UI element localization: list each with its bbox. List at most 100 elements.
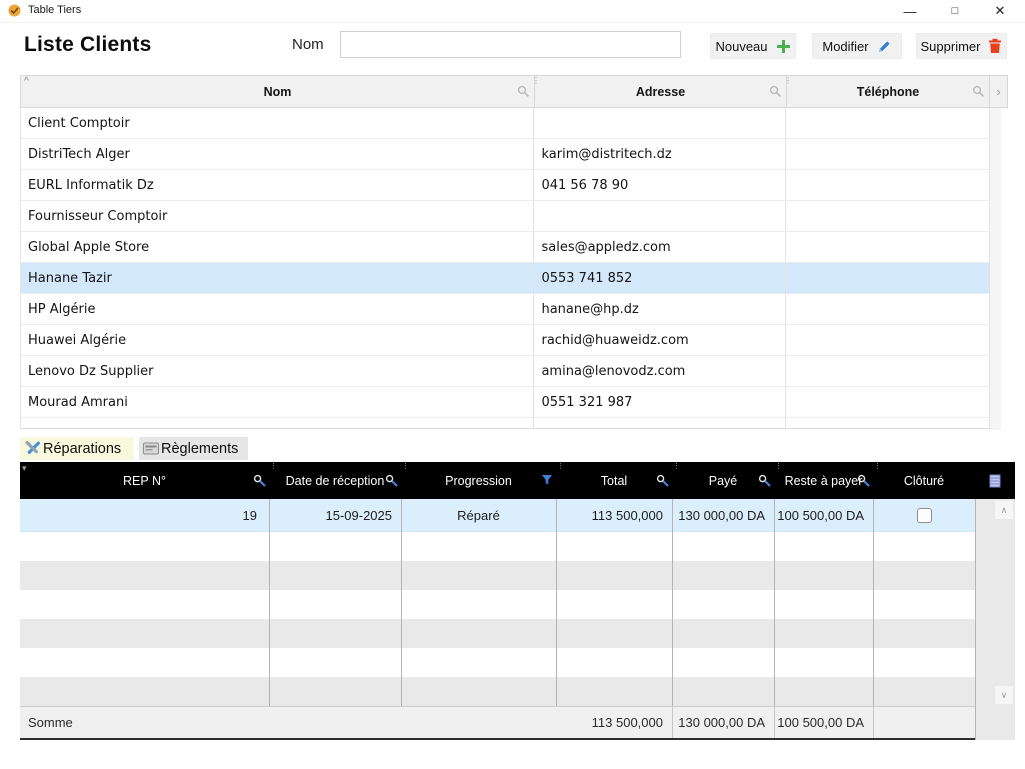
cell-nom: Mourad Amrani <box>21 387 534 417</box>
scroll-down-icon[interactable]: ∨ <box>995 686 1013 704</box>
column-header-paye-label: Payé <box>709 474 738 488</box>
minimize-button[interactable]: — <box>893 0 927 22</box>
summary-row: Somme 113 500,000 130 000,00 DA 100 500,… <box>20 706 1015 740</box>
column-grip-icon: ⋮ <box>557 462 564 470</box>
edit-button[interactable]: Modifier <box>812 33 902 59</box>
cell-adresse: hanane@hp.dz <box>534 294 786 324</box>
tab-reglements[interactable]: Règlements <box>139 437 248 460</box>
filter-funnel-icon[interactable] <box>541 474 553 486</box>
cell-paye: 130 000,00 DA <box>672 499 774 531</box>
clients-vertical-scrollbar[interactable] <box>990 108 1001 430</box>
scroll-up-icon[interactable]: ∧ <box>995 501 1013 519</box>
column-header-nom[interactable]: ^ Nom <box>20 75 535 108</box>
new-button[interactable]: Nouveau <box>710 33 796 59</box>
client-row[interactable]: Client Comptoir <box>21 108 990 139</box>
cell-cloture <box>873 499 975 531</box>
delete-button[interactable]: Supprimer <box>916 33 1007 59</box>
column-header-date-reception[interactable]: ⋮ Date de réception <box>269 462 401 499</box>
trash-icon <box>988 38 1002 54</box>
page-title: Liste Clients <box>24 33 151 57</box>
cell-adresse <box>534 201 786 231</box>
column-header-telephone-label: Téléphone <box>857 85 920 99</box>
search-column-icon[interactable] <box>385 474 398 487</box>
column-divider <box>401 499 402 706</box>
cell-nom: HP Algérie <box>21 294 534 324</box>
table-tiers-window: Table Tiers — □ ✕ Liste Clients Nom Nouv… <box>0 0 1025 769</box>
column-header-progression[interactable]: ⋮ Progression <box>401 462 556 499</box>
column-header-adresse[interactable]: ⋮ Adresse <box>535 75 787 108</box>
column-header-paye[interactable]: ⋮ Payé <box>672 462 774 499</box>
cell-total: 113 500,000 <box>556 499 672 531</box>
cell-telephone <box>786 294 990 324</box>
search-column-icon[interactable] <box>769 85 782 98</box>
search-column-icon[interactable] <box>517 85 530 98</box>
cell-telephone <box>786 108 990 138</box>
tab-reparations[interactable]: Réparations <box>20 437 134 460</box>
search-column-icon[interactable] <box>857 474 870 487</box>
client-row[interactable]: EURL Informatik Dz 041 56 78 90 <box>21 170 990 201</box>
cell-nom: Fournisseur Comptoir <box>21 201 534 231</box>
sort-ascending-icon: ^ <box>24 76 29 87</box>
column-header-date-label: Date de réception <box>286 474 385 488</box>
client-row-selected[interactable]: Hanane Tazir 0553 741 852 <box>21 263 990 294</box>
column-header-nom-label: Nom <box>264 85 292 99</box>
client-row[interactable]: Mourad Amrani 0551 321 987 <box>21 387 990 418</box>
column-header-cloture-label: Clôturé <box>904 474 944 488</box>
cell-adresse: 041 56 78 90 <box>534 170 786 200</box>
cell-adresse: amina@lenovodz.com <box>534 356 786 386</box>
column-header-reste-a-payer[interactable]: ⋮ Reste à payer <box>774 462 873 499</box>
cell-nom: Global Apple Store <box>21 232 534 262</box>
cell-nom: Huawei Algérie <box>21 325 534 355</box>
column-grip-icon: ⋮ <box>270 462 277 470</box>
column-header-rep-no[interactable]: ▾ REP N° <box>20 462 269 499</box>
column-header-total[interactable]: ⋮ Total <box>556 462 672 499</box>
column-chooser-icon[interactable] <box>989 474 1001 488</box>
cell-nom: EURL Informatik Dz <box>21 170 534 200</box>
column-header-reste-label: Reste à payer <box>785 474 863 488</box>
edit-button-label: Modifier <box>822 39 868 54</box>
cell-rep-no: 19 <box>20 499 269 531</box>
search-input[interactable] <box>340 31 681 58</box>
cell-telephone <box>786 201 990 231</box>
close-button[interactable]: ✕ <box>983 0 1017 22</box>
cell-telephone <box>786 232 990 262</box>
summary-total: 113 500,000 <box>556 707 672 738</box>
delete-button-label: Supprimer <box>921 39 981 54</box>
column-header-rep-no-label: REP N° <box>123 474 166 488</box>
client-row[interactable]: DistriTech Alger karim@distritech.dz <box>21 139 990 170</box>
client-row[interactable]: Lenovo Dz Supplier amina@lenovodz.com <box>21 356 990 387</box>
payment-card-icon <box>143 442 159 455</box>
header-dropdown-icon[interactable]: ▾ <box>22 463 27 474</box>
client-row[interactable]: HP Algérie hanane@hp.dz <box>21 294 990 325</box>
tab-reparations-label: Réparations <box>43 441 121 457</box>
cell-telephone <box>786 139 990 169</box>
cell-adresse: karim@distritech.dz <box>534 139 786 169</box>
pencil-icon <box>877 39 892 54</box>
clients-table: ^ Nom ⋮ Adresse ⋮ Téléphone <box>20 75 1008 429</box>
column-grip-icon: ⋮ <box>874 462 881 470</box>
repair-row-selected[interactable]: 19 15-09-2025 Réparé 113 500,000 130 000… <box>20 499 975 532</box>
column-divider <box>556 499 557 706</box>
empty-partial-row <box>21 418 990 429</box>
column-grip-icon: ⋮ <box>532 76 540 85</box>
maximize-button[interactable]: □ <box>938 0 972 22</box>
column-divider <box>269 499 270 706</box>
cell-adresse: rachid@huaweidz.com <box>534 325 786 355</box>
search-column-icon[interactable] <box>972 85 985 98</box>
client-row[interactable]: Global Apple Store sales@appledz.com <box>21 232 990 263</box>
client-row[interactable]: Huawei Algérie rachid@huaweidz.com <box>21 325 990 356</box>
cell-adresse <box>534 108 786 138</box>
column-overflow-chevron-icon[interactable]: › <box>990 75 1008 108</box>
repairs-vertical-scrollbar[interactable]: ∧ ∨ <box>975 499 1015 740</box>
column-header-cloture[interactable]: ⋮ Clôturé <box>873 462 975 499</box>
search-column-icon[interactable] <box>758 474 771 487</box>
search-column-icon[interactable] <box>656 474 669 487</box>
cell-nom: Client Comptoir <box>21 108 534 138</box>
client-row[interactable]: Fournisseur Comptoir <box>21 201 990 232</box>
column-chooser-cell[interactable] <box>975 462 1015 499</box>
clients-table-header: ^ Nom ⋮ Adresse ⋮ Téléphone <box>20 75 1008 108</box>
cloture-checkbox[interactable] <box>917 508 932 523</box>
search-column-icon[interactable] <box>253 474 266 487</box>
plus-icon <box>776 39 791 54</box>
column-header-telephone[interactable]: ⋮ Téléphone <box>787 75 990 108</box>
